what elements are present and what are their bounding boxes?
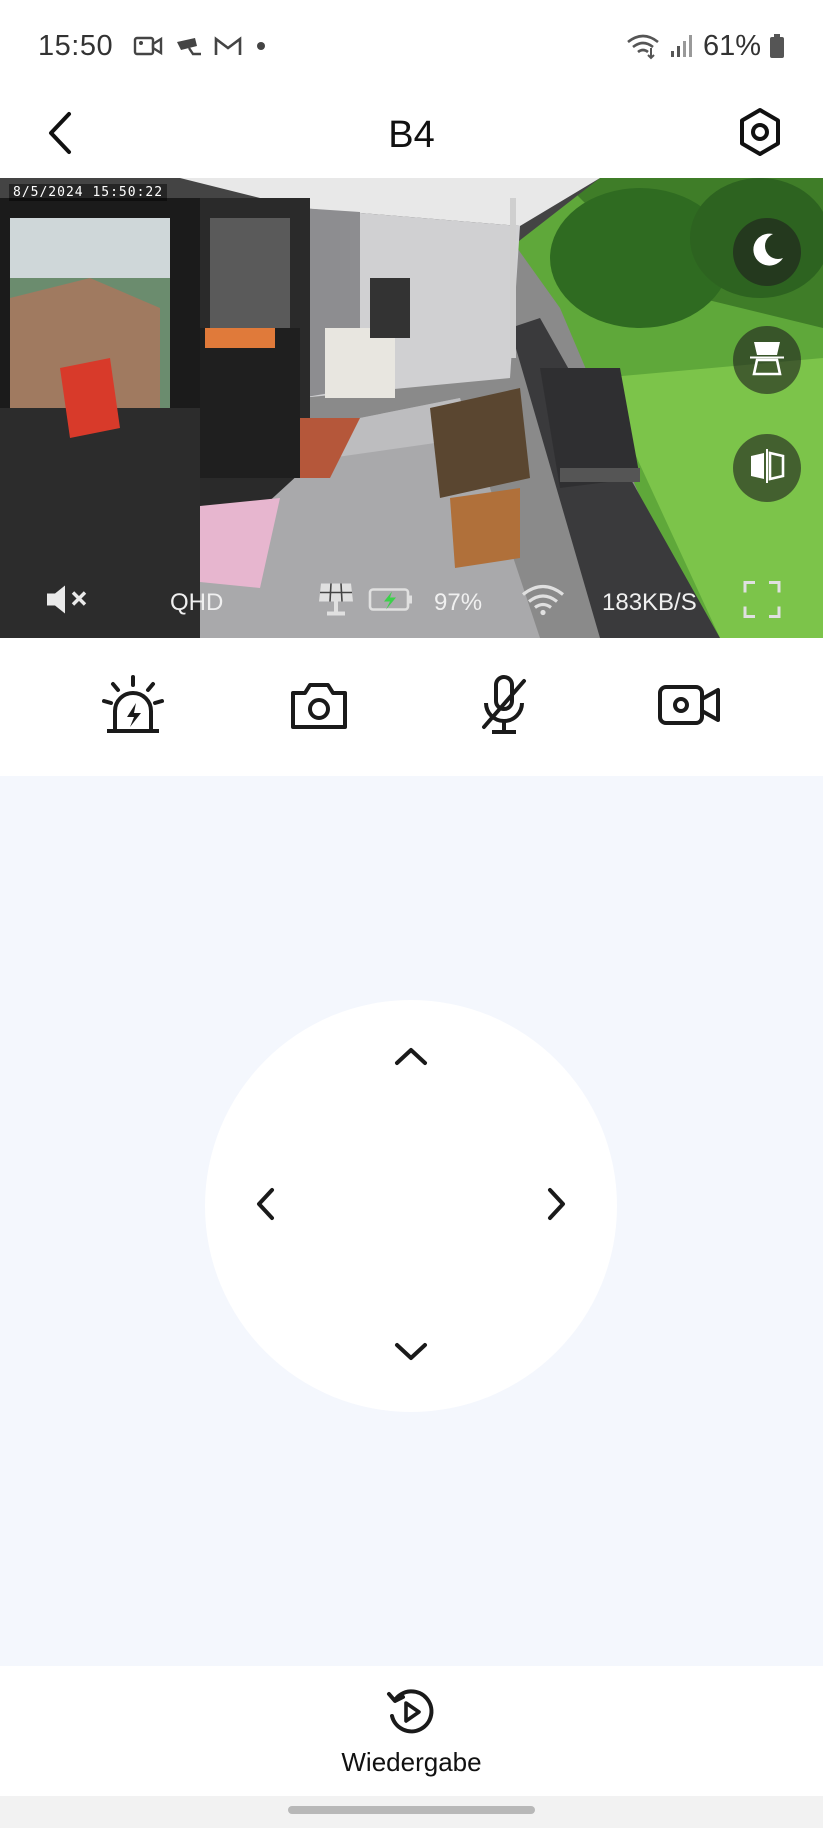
video-record-icon xyxy=(656,681,724,734)
fullscreen-button[interactable] xyxy=(742,580,782,627)
quality-label: QHD xyxy=(170,589,224,616)
page-title: B4 xyxy=(388,113,435,156)
night-mode-button[interactable] xyxy=(733,218,801,286)
video-timestamp: 8/5/2024 15:50:22 xyxy=(9,184,168,201)
fullscreen-icon xyxy=(742,580,782,627)
home-indicator[interactable] xyxy=(288,1806,535,1814)
mute-button[interactable] xyxy=(44,583,92,624)
snapshot-button[interactable] xyxy=(274,662,364,752)
dot-icon xyxy=(253,34,269,58)
pan-left-button[interactable] xyxy=(235,1176,295,1236)
status-time: 15:50 xyxy=(38,29,114,62)
speaker-muted-icon xyxy=(44,583,92,624)
mirror-icon xyxy=(747,446,787,491)
ptz-control-area xyxy=(0,776,823,1666)
pan-up-button[interactable] xyxy=(381,1028,441,1088)
back-button[interactable] xyxy=(40,108,80,162)
chevron-up-icon xyxy=(393,1045,429,1072)
signal-icon xyxy=(669,33,695,59)
quality-selector[interactable]: QHD xyxy=(170,589,223,617)
cctv-icon xyxy=(173,34,203,58)
mirror-button[interactable] xyxy=(733,434,801,502)
video-camera-icon xyxy=(133,34,163,58)
battery-status xyxy=(368,586,414,621)
record-button[interactable] xyxy=(645,662,735,752)
chevron-left-icon xyxy=(254,1186,276,1227)
solar-status xyxy=(316,580,356,627)
chevron-down-icon xyxy=(393,1341,429,1368)
siren-icon xyxy=(101,673,165,742)
ptz-joystick[interactable] xyxy=(205,1000,617,1412)
battery-percent: 61% xyxy=(702,29,761,62)
chevron-right-icon xyxy=(546,1186,568,1227)
settings-button[interactable] xyxy=(733,104,787,164)
wifi-icon xyxy=(520,583,566,624)
battery-icon xyxy=(769,33,785,59)
playback-button[interactable]: Wiedergabe xyxy=(341,1686,482,1778)
flip-vertical-icon xyxy=(747,338,787,383)
night-mode-icon xyxy=(747,230,787,275)
hexagon-gear-icon xyxy=(737,107,783,162)
flip-vertical-button[interactable] xyxy=(733,326,801,394)
replay-icon xyxy=(385,1686,437,1743)
solar-panel-icon xyxy=(316,580,356,627)
microphone-button[interactable] xyxy=(459,662,549,752)
pan-right-button[interactable] xyxy=(527,1176,587,1236)
battery-charging-icon xyxy=(368,586,414,621)
playback-label: Wiedergabe xyxy=(341,1747,482,1777)
siren-button[interactable] xyxy=(88,662,178,752)
camera-controls xyxy=(0,638,823,776)
battery-level-text: 97% xyxy=(434,589,483,616)
live-video-feed[interactable]: 8/5/2024 15:50:22 QHD 97% 183KB/S xyxy=(0,178,823,638)
app-header: B4 xyxy=(0,92,823,178)
battery-level: 97% xyxy=(434,589,482,617)
chevron-left-icon xyxy=(45,110,75,161)
microphone-muted-icon xyxy=(474,673,534,742)
status-bar: 15:50 61% xyxy=(0,0,823,92)
wifi-status xyxy=(520,583,566,624)
video-overlay-bar: QHD 97% 183KB/S xyxy=(0,568,823,638)
gmail-icon xyxy=(213,34,243,58)
bitrate: 183KB/S xyxy=(602,589,697,617)
bottom-bar: Wiedergabe xyxy=(0,1666,823,1796)
camera-live-view-screen: 15:50 61% B4 8/5/2024 15:50:22 QHD 97% 1… xyxy=(0,0,823,1828)
pan-down-button[interactable] xyxy=(381,1324,441,1384)
camera-icon xyxy=(287,677,351,738)
bitrate-text: 183KB/S xyxy=(602,589,697,616)
wifi-icon xyxy=(625,32,661,60)
